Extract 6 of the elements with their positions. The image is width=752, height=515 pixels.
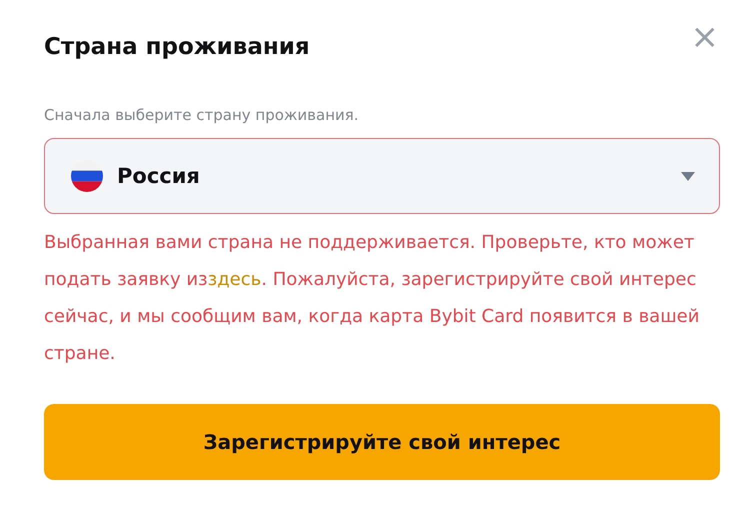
register-interest-button[interactable]: Зарегистрируйте свой интерес: [44, 404, 720, 480]
caret-icon: [681, 172, 695, 180]
error-message: Выбранная вами страна не поддерживается. Проверьте, кто может подать заявку изздесь. Пожалуйста, зарегистрируйте свой интерес сейчас, и мы сообщим вам, когда карта Bybit Card появится в вашей стране.: [44, 231, 700, 366]
country-select[interactable]: Россия: [44, 138, 720, 214]
dialog-title: Страна проживания: [44, 34, 310, 60]
field-label: Сначала выберите страну проживания.: [44, 106, 360, 124]
